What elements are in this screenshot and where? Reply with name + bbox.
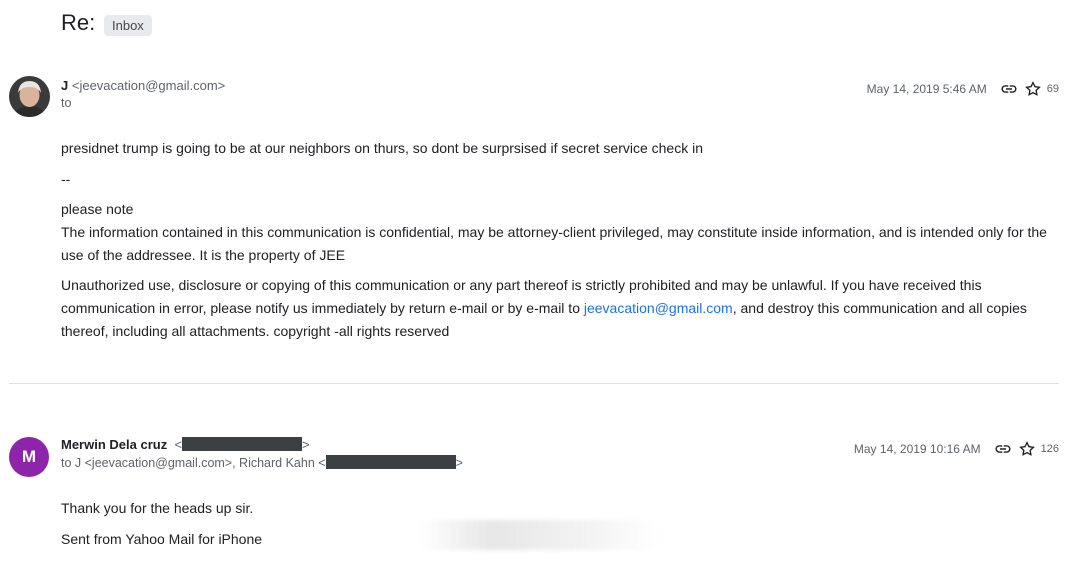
inbox-label-chip[interactable]: Inbox (104, 15, 152, 36)
reaction-count: 69 (1046, 83, 1059, 95)
thread-subject: Re: (61, 10, 96, 35)
star-icon[interactable] (1021, 79, 1045, 99)
sender-name[interactable]: Merwin Dela cruz (61, 437, 167, 452)
message-2-from: Merwin Dela cruz < > (61, 437, 310, 452)
email-bracket-open: < (174, 437, 183, 452)
reaction-count: 126 (1040, 443, 1059, 455)
recipients-text-close: > (455, 456, 463, 470)
message-divider (9, 383, 1059, 384)
link-icon[interactable] (991, 439, 1015, 459)
redacted-email (182, 437, 303, 451)
message-1-body: presidnet trump is going to be at our ne… (61, 137, 1056, 343)
link-icon[interactable] (997, 79, 1021, 99)
body-line: Thank you for the heads up sir. (61, 500, 254, 516)
sender-avatar-photo[interactable] (9, 76, 50, 117)
message-1-meta: May 14, 2019 5:46 AM 69 (867, 79, 1059, 99)
star-icon[interactable] (1015, 439, 1039, 459)
disclaimer-paragraph-2: Unauthorized use, disclosure or copying … (61, 274, 1056, 343)
message-date: May 14, 2019 10:16 AM (853, 442, 981, 456)
recipients-text: to J <jeevacation@gmail.com>, Richard Ka… (61, 456, 326, 470)
message-2-meta: May 14, 2019 10:16 AM 126 (854, 439, 1059, 459)
body-line: presidnet trump is going to be at our ne… (61, 140, 704, 156)
sender-name[interactable]: J (61, 78, 68, 93)
email-link[interactable]: jeevacation@gmail.com (584, 300, 733, 316)
disclaimer-paragraph-1: The information contained in this commun… (61, 224, 1047, 263)
sender-avatar-letter[interactable]: M (9, 437, 49, 477)
message-date: May 14, 2019 5:46 AM (866, 82, 987, 96)
please-note-line: please note (61, 201, 134, 217)
message-1-from: J <jeevacation@gmail.com> (61, 78, 225, 93)
message-1-to[interactable]: to (61, 96, 71, 110)
signature-separator: -- (61, 171, 71, 187)
email-bracket-close: > (302, 437, 310, 452)
message-2-to[interactable]: to J <jeevacation@gmail.com>, Richard Ka… (61, 455, 463, 470)
blurred-watermark (420, 520, 660, 550)
redacted-email (325, 455, 456, 469)
sender-email: <jeevacation@gmail.com> (71, 78, 226, 93)
